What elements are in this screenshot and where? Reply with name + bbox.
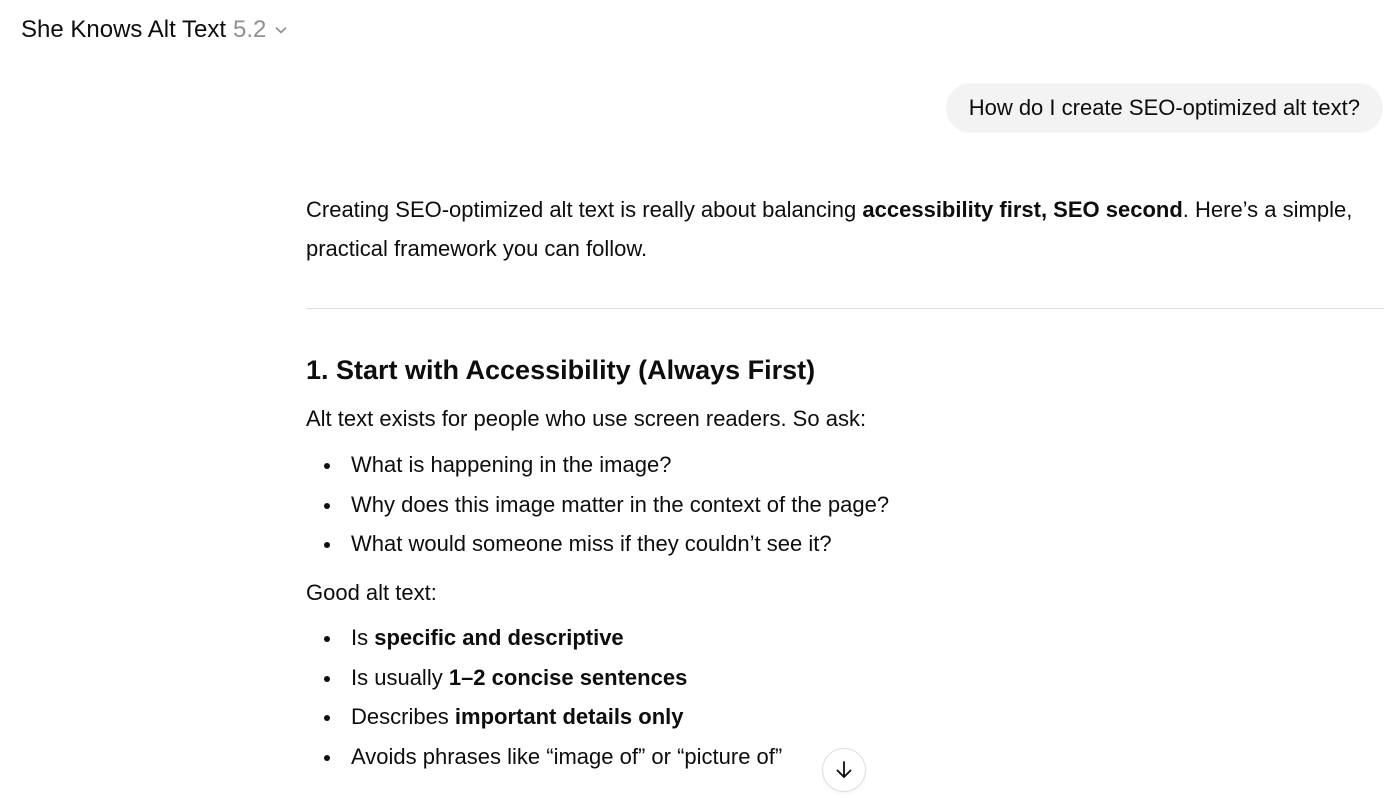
intro-text-prefix: Creating SEO-optimized alt text is reall… — [306, 197, 863, 222]
list-item-bold: important details only — [454, 704, 684, 729]
bullet-icon — [324, 715, 330, 721]
section-divider — [306, 308, 1384, 309]
list-item-text: What is happening in the image? — [351, 452, 672, 477]
list-item-bold: 1–2 concise sentences — [448, 664, 688, 690]
bullet-icon — [324, 636, 330, 642]
bullet-icon — [324, 502, 330, 509]
assistant-intro-paragraph: Creating SEO-optimized alt text is reall… — [306, 190, 1386, 268]
bullet-icon — [324, 463, 330, 469]
list-item-prefix: Describes — [351, 704, 455, 729]
list-item-text: Why does this image matter in the contex… — [351, 491, 890, 517]
list-item-bold: specific and descriptive — [374, 625, 624, 650]
bullet-icon — [324, 542, 330, 548]
list-item: What would someone miss if they couldn’t… — [306, 529, 889, 569]
list-item: Avoids phrases like “image of” or “pictu… — [306, 742, 782, 782]
list-item: Is specific and descriptive — [306, 623, 782, 663]
chevron-down-icon — [274, 23, 288, 37]
list-item-text: What would someone miss if they couldn’t… — [351, 531, 832, 556]
list-item-prefix: Avoids phrases like “image of” or “pictu… — [351, 743, 783, 769]
good-traits-list: Is specific and descriptive Is usually 1… — [306, 623, 782, 781]
user-message-bubble: How do I create SEO-optimized alt text? — [945, 83, 1383, 133]
assistant-response-intro: Creating SEO-optimized alt text is reall… — [306, 190, 1386, 268]
bullet-icon — [324, 675, 330, 682]
intro-text-bold: accessibility first, SEO second — [862, 197, 1183, 222]
model-selector[interactable]: She Knows Alt Text 5.2 — [21, 14, 288, 46]
scroll-to-bottom-button[interactable] — [822, 748, 866, 792]
user-message-text: How do I create SEO-optimized alt text? — [968, 95, 1360, 120]
good-alt-label: Good alt text: — [306, 580, 437, 605]
list-item: Why does this image matter in the contex… — [306, 490, 889, 530]
list-item-prefix: Is usually — [351, 664, 449, 690]
list-item-prefix: Is — [351, 625, 375, 650]
app-name: She Knows Alt Text — [21, 16, 227, 43]
bullet-icon — [324, 754, 330, 761]
list-item: Is usually 1–2 concise sentences — [306, 663, 782, 703]
arrow-down-icon — [833, 759, 855, 781]
list-item: What is happening in the image? — [306, 450, 889, 490]
section-intro: Alt text exists for people who use scree… — [306, 406, 867, 431]
model-version: 5.2 — [233, 16, 267, 43]
questions-list: What is happening in the image? Why does… — [306, 450, 889, 569]
section-heading: 1. Start with Accessibility (Always Firs… — [306, 355, 816, 385]
list-item: Describes important details only — [306, 702, 782, 742]
